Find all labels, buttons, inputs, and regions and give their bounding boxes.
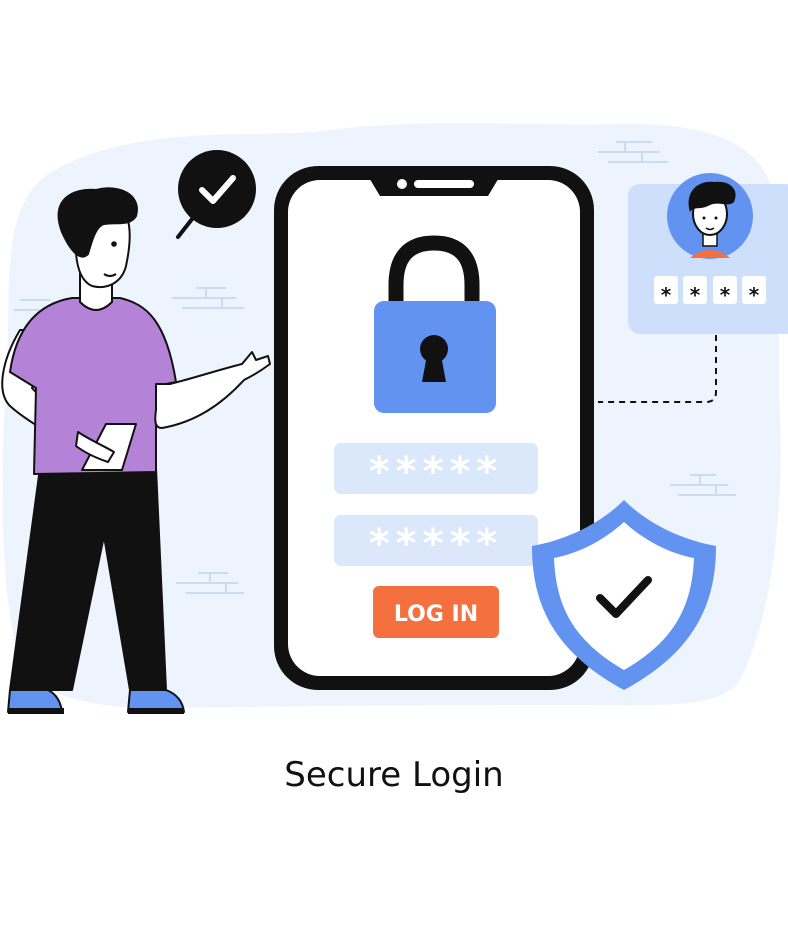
password-mask-2: ***** (369, 521, 504, 567)
login-button[interactable]: LOG IN (373, 586, 499, 638)
caption-title: Secure Login (284, 755, 504, 795)
pin-digit-4: * (749, 283, 760, 307)
pin-digit-3: * (720, 283, 731, 307)
password-field-1[interactable]: ***** (334, 443, 538, 495)
pin-digit-1: * (661, 283, 672, 307)
phone-camera (397, 179, 407, 189)
user-avatar-icon (667, 173, 753, 259)
phone-speaker (414, 180, 474, 188)
password-field-2[interactable]: ***** (334, 515, 538, 567)
pin-digit-2: * (690, 283, 701, 307)
password-mask-1: ***** (369, 449, 504, 495)
login-button-label: LOG IN (394, 602, 478, 627)
user-card: * * * * (628, 173, 788, 334)
secure-login-illustration: ***** ***** LOG IN * * * * Secure Login (0, 0, 788, 925)
